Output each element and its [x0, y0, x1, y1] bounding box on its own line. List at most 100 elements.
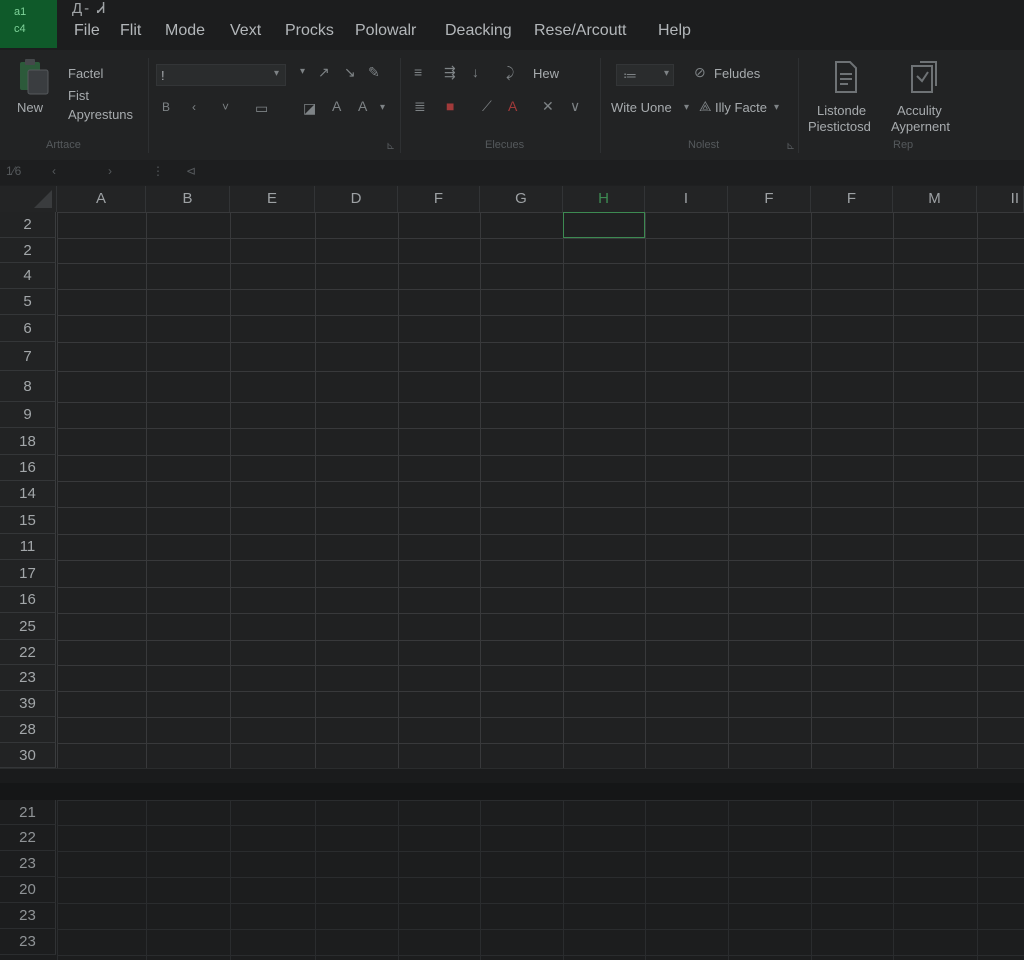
bold-icon[interactable]: B — [162, 100, 170, 114]
row-header[interactable]: 5 — [0, 289, 56, 315]
face-button[interactable]: Illy Facte — [715, 100, 767, 115]
row-header[interactable]: 30 — [0, 743, 56, 768]
column-header[interactable]: B — [146, 186, 230, 212]
align-icon[interactable]: ≡ — [414, 64, 422, 80]
column-header[interactable]: II — [977, 186, 1024, 212]
chevron-down-icon[interactable]: ∨ — [570, 98, 580, 115]
row-header[interactable]: 22 — [0, 640, 56, 665]
cell-grid[interactable] — [57, 212, 1024, 768]
split-bar[interactable] — [0, 783, 1024, 800]
text-effect-icon[interactable]: A — [358, 98, 367, 114]
enter-icon[interactable]: › — [108, 164, 112, 178]
column-header[interactable]: M — [893, 186, 977, 212]
arrow-down-icon[interactable]: ↓ — [472, 64, 479, 80]
row-header[interactable]: 21 — [0, 800, 56, 825]
row-header[interactable]: 2 — [0, 238, 56, 263]
row-header[interactable]: 2 — [0, 212, 56, 238]
font-dialog-launcher-icon[interactable]: ⊾ — [386, 139, 395, 152]
name-box[interactable]: 1⁄6 — [6, 164, 21, 178]
account-icon[interactable] — [908, 60, 940, 96]
column-header-selected[interactable]: H — [563, 186, 645, 212]
selected-cell[interactable] — [563, 212, 645, 238]
row-header[interactable]: 15 — [0, 507, 56, 534]
menu-polowalr[interactable]: Polowalr — [355, 22, 416, 40]
row-header[interactable]: 23 — [0, 665, 56, 691]
number-format-combo[interactable]: ≔ ▾ — [616, 64, 674, 86]
eyedropper-icon[interactable]: ✎ — [368, 64, 380, 81]
row-header[interactable]: 11 — [0, 534, 56, 560]
draw-border-icon[interactable]: ⟋ — [482, 98, 492, 115]
hew-button[interactable]: Hew — [533, 66, 559, 81]
menu-vext[interactable]: Vext — [230, 22, 261, 40]
border-icon[interactable]: ▭ — [255, 100, 268, 117]
menu-flit[interactable]: Flit — [120, 22, 141, 40]
column-header[interactable]: F — [811, 186, 893, 212]
font-grow-icon[interactable]: ↗ — [318, 64, 330, 81]
select-all-corner[interactable] — [0, 186, 57, 212]
row-header[interactable]: 16 — [0, 587, 56, 613]
text-color-icon[interactable]: A — [508, 98, 517, 114]
feludes-button[interactable]: Feludes — [714, 66, 760, 81]
menu-mode[interactable]: Mode — [165, 22, 205, 40]
lower-pane[interactable] — [0, 800, 1024, 960]
fill-color-icon[interactable]: ◪ — [303, 100, 316, 117]
row-header[interactable]: 20 — [0, 877, 56, 903]
row-header[interactable]: 23 — [0, 851, 56, 877]
row-header[interactable]: 28 — [0, 717, 56, 743]
underline-icon[interactable]: ˅ — [222, 100, 229, 114]
column-header[interactable]: A — [57, 186, 146, 212]
row-header[interactable]: 18 — [0, 428, 56, 455]
font-size-dropdown-icon[interactable]: ▾ — [300, 66, 305, 77]
indent-icon[interactable]: ⇶ — [444, 64, 456, 81]
menu-procks[interactable]: Procks — [285, 22, 334, 40]
menu-deacking[interactable]: Deacking — [445, 22, 512, 40]
row-header[interactable]: 22 — [0, 825, 56, 851]
dialog-launcher-icon[interactable]: ⊾ — [786, 139, 795, 152]
column-header[interactable]: D — [315, 186, 398, 212]
chevron-down-icon[interactable]: ▾ — [774, 102, 779, 113]
chevron-down-icon[interactable]: ▾ — [684, 102, 689, 113]
wrap-button[interactable]: Wite Uone — [611, 100, 672, 115]
font-name-combo[interactable]: ! ▾ — [156, 64, 286, 86]
quick-access-toolbar[interactable]: Д- Ꮧ — [72, 0, 107, 17]
cancel-icon[interactable]: ‹ — [52, 164, 56, 178]
row-header[interactable]: 16 — [0, 455, 56, 481]
row-header[interactable]: 17 — [0, 560, 56, 587]
wrap-text-icon[interactable]: ⤸ — [506, 64, 514, 81]
paste-icon[interactable] — [16, 58, 52, 98]
big-button-1-line2[interactable]: Piestictosd — [808, 119, 871, 134]
row-header[interactable]: 25 — [0, 613, 56, 640]
row-header[interactable]: 23 — [0, 929, 56, 955]
italic-icon[interactable]: ‹ — [192, 100, 196, 114]
cut-button[interactable]: Factel — [68, 66, 103, 81]
new-button[interactable]: New — [17, 100, 43, 115]
row-header[interactable]: 4 — [0, 263, 56, 289]
format-painter-button[interactable]: Apyrestuns — [68, 107, 133, 122]
font-color-dropdown-icon[interactable]: ▾ — [380, 102, 385, 113]
copy-button[interactable]: Fist — [68, 88, 89, 103]
menu-rese-arcoutt[interactable]: Rese/Arcoutt — [534, 22, 626, 40]
row-header[interactable]: 7 — [0, 342, 56, 371]
column-header[interactable]: F — [728, 186, 811, 212]
format-icon[interactable]: ⟁ — [699, 98, 712, 115]
font-color-icon[interactable]: A — [332, 98, 341, 114]
column-header[interactable]: I — [645, 186, 728, 212]
insert-function-icon[interactable]: ⋮ — [152, 164, 164, 178]
column-header[interactable]: E — [230, 186, 315, 212]
row-header[interactable]: 14 — [0, 481, 56, 507]
column-header[interactable]: G — [480, 186, 563, 212]
font-shrink-icon[interactable]: ↘ — [344, 64, 356, 81]
menu-help[interactable]: Help — [658, 22, 691, 40]
highlight-icon[interactable]: ■ — [446, 98, 454, 114]
document-icon[interactable] — [830, 60, 862, 96]
big-button-2-line2[interactable]: Aypernent — [891, 119, 950, 134]
big-button-1-line1[interactable]: Listonde — [817, 103, 866, 118]
menu-file[interactable]: File — [74, 22, 100, 40]
column-header[interactable]: F — [398, 186, 480, 212]
row-header[interactable]: 9 — [0, 402, 56, 428]
app-badge[interactable]: a1 c4 — [0, 0, 57, 48]
link-icon[interactable]: ⊘ — [694, 64, 706, 81]
row-header[interactable]: 23 — [0, 903, 56, 929]
row-header[interactable]: 8 — [0, 371, 56, 402]
row-header[interactable]: 6 — [0, 315, 56, 342]
